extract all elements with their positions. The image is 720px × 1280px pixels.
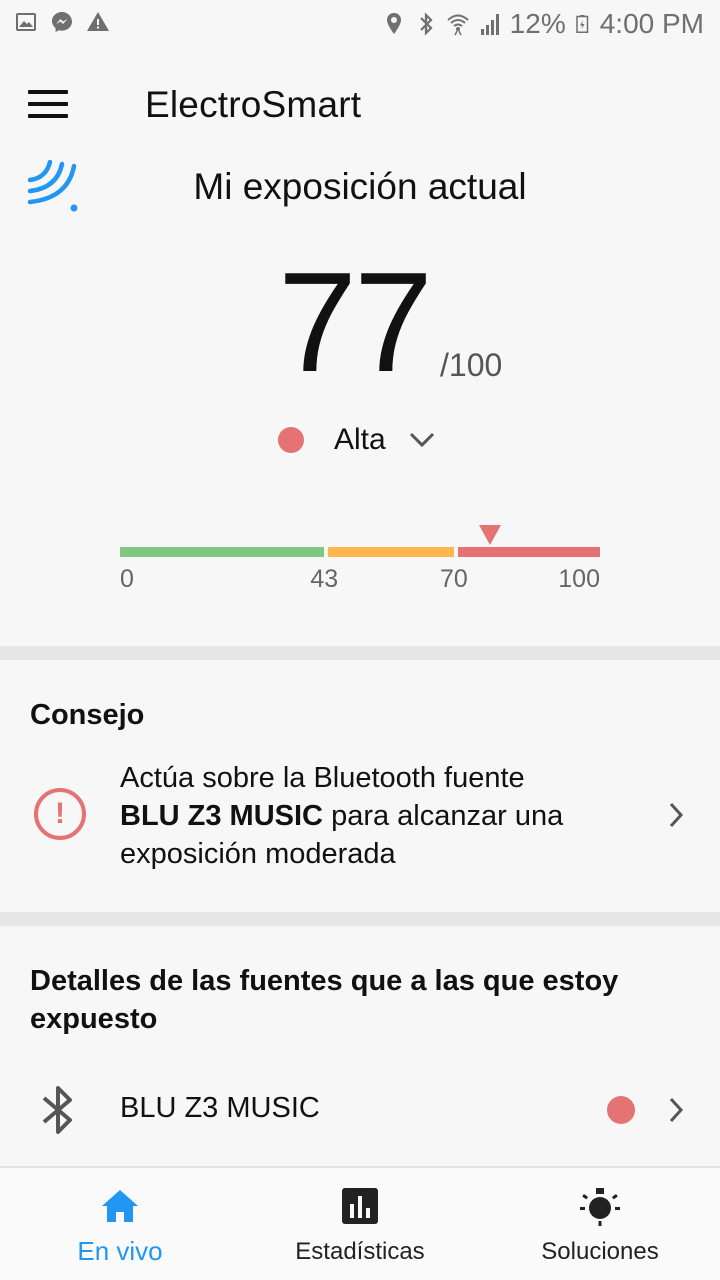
scale-segment-moderate: [328, 547, 454, 557]
level-label: Alta: [334, 423, 386, 456]
nav-soluciones[interactable]: Soluciones: [480, 1168, 720, 1280]
source-name: BLU Z3 MUSIC: [120, 1092, 320, 1124]
battery-percentage: 12%: [509, 8, 566, 39]
chevron-right-icon: [669, 802, 684, 828]
nav-label: Estadísticas: [295, 1238, 425, 1265]
chevron-right-icon: [669, 1097, 684, 1123]
status-bar: 12% 4:00 PM: [0, 0, 720, 50]
warning-icon: [87, 12, 109, 31]
advice-text-before: Actúa sobre la Bluetooth fuente: [120, 762, 525, 794]
nav-estadisticas[interactable]: Estadísticas: [240, 1168, 480, 1280]
bluetooth-icon: [42, 1086, 72, 1134]
hamburger-menu-icon[interactable]: [28, 90, 68, 120]
signal-icon: [480, 14, 499, 35]
exposure-score: 77: [278, 243, 433, 402]
battery-icon: [575, 15, 588, 33]
app-title: ElectroSmart: [145, 84, 362, 125]
advice-source-name: BLU Z3 MUSIC: [120, 800, 323, 832]
bottom-navigation: En vivo Estadísticas Soluciones: [0, 1166, 720, 1280]
scale-tick: 100: [558, 565, 600, 593]
scale-segment-low: [120, 547, 325, 557]
bar-chart-icon: [342, 1188, 378, 1224]
section-divider: [0, 646, 720, 660]
system-icons: 12% 4:00 PM: [382, 8, 704, 40]
nav-label: En vivo: [77, 1236, 163, 1266]
home-icon: [102, 1190, 138, 1222]
exposure-scale: 0 43 70 100: [120, 525, 600, 595]
nav-label: Soluciones: [541, 1238, 659, 1265]
source-row[interactable]: BLU Z3 MUSIC: [0, 1078, 720, 1142]
chevron-down-icon: [409, 432, 434, 448]
scale-marker: [478, 525, 501, 545]
wifi-icon: [447, 14, 469, 36]
app-bar: ElectroSmart: [0, 60, 720, 152]
exposure-level-dropdown[interactable]: Alta: [278, 420, 436, 460]
scale-tick: 0: [120, 565, 134, 593]
scale-tick: 43: [310, 565, 339, 593]
advice-text: Actúa sobre la Bluetooth fuente BLU Z3 MU…: [120, 759, 640, 873]
gallery-icon: [16, 13, 36, 31]
section-divider: [0, 912, 720, 926]
source-level-dot: [607, 1096, 635, 1124]
advice-title: Consejo: [30, 699, 145, 731]
sources-title: Detalles de las fuentes que a las que es…: [30, 965, 619, 1035]
scale-tick: 70: [440, 565, 468, 593]
lightbulb-icon: [580, 1188, 620, 1226]
level-indicator-dot: [278, 427, 304, 453]
notification-icons: [14, 10, 110, 34]
alert-circle-icon: !: [34, 788, 86, 840]
score-max: /100: [440, 347, 503, 383]
messenger-icon: [52, 12, 72, 32]
clock: 4:00 PM: [599, 8, 704, 39]
location-icon: [386, 13, 401, 34]
bluetooth-icon: [419, 12, 433, 36]
advice-card[interactable]: ! Actúa sobre la Bluetooth fuente BLU Z3 …: [0, 755, 720, 875]
exposure-title: Mi exposición actual: [193, 166, 527, 207]
scale-segment-high: [458, 547, 600, 557]
nav-en-vivo[interactable]: En vivo: [0, 1168, 240, 1280]
